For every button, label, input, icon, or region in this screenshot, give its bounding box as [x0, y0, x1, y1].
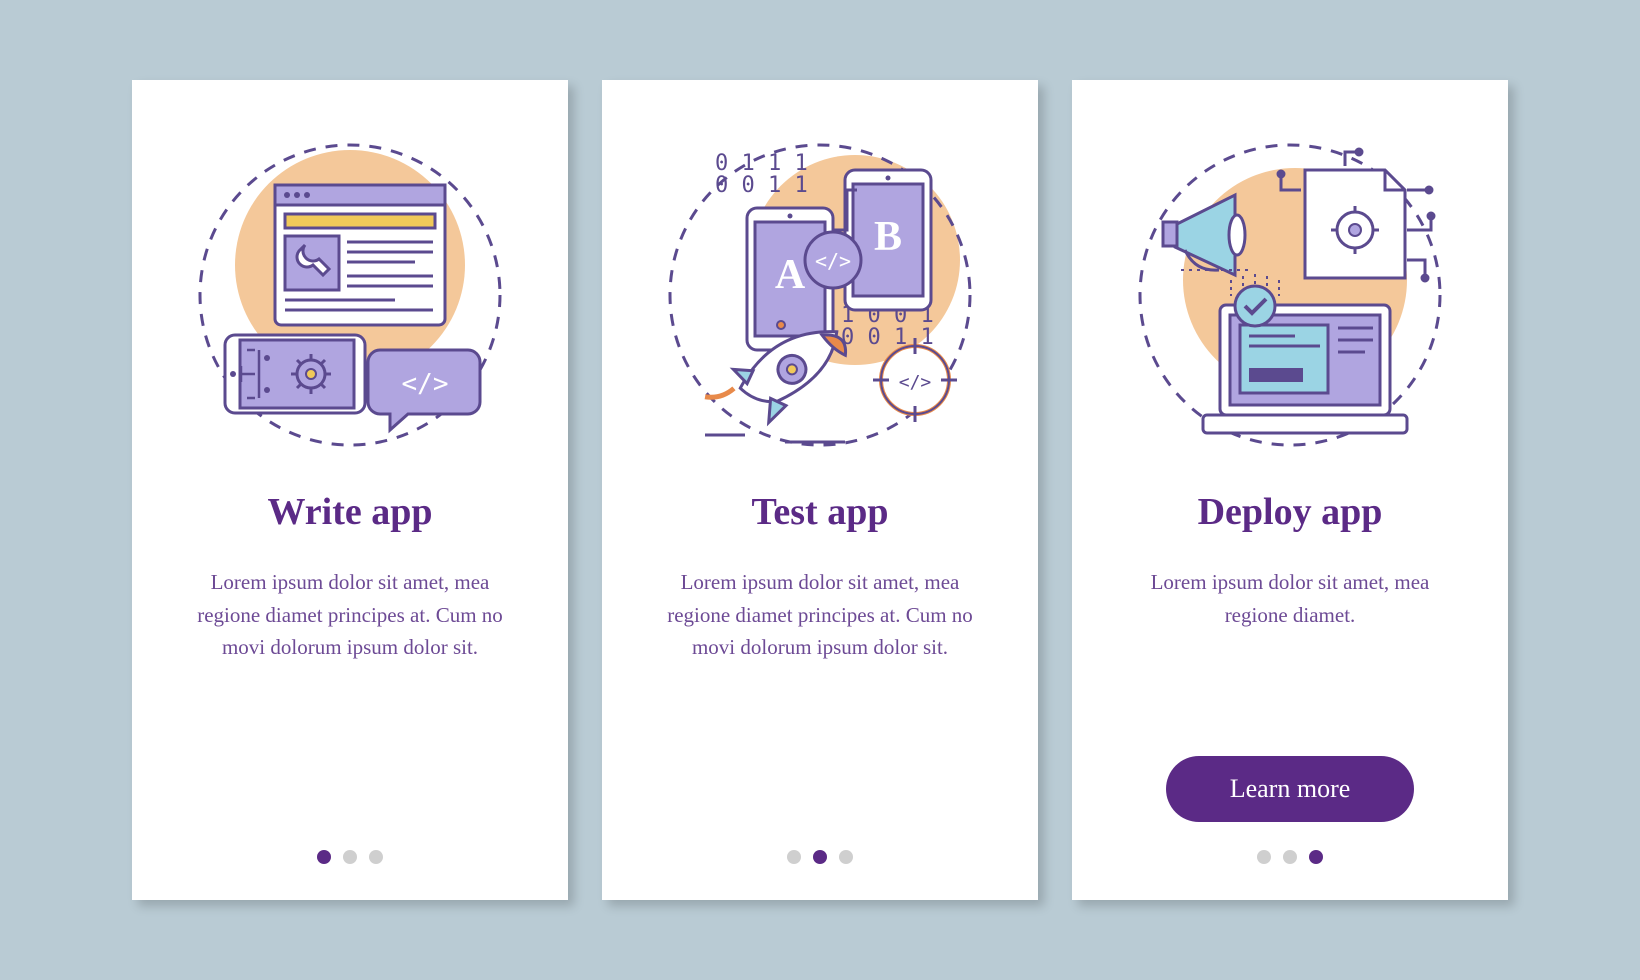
test-app-illustration: 0 1 1 1 0 0 1 1 1 0 0 1 0 0 1 1 B A </>: [655, 130, 985, 460]
dot-2[interactable]: [343, 850, 357, 864]
pagination-dots: [317, 850, 383, 870]
dot-3[interactable]: [1309, 850, 1323, 864]
svg-text:</>: </>: [815, 249, 851, 273]
dot-1[interactable]: [317, 850, 331, 864]
svg-text:</>: </>: [402, 369, 449, 399]
pagination-dots: [1257, 850, 1323, 870]
svg-text:A: A: [775, 252, 806, 298]
onboarding-card-test: 0 1 1 1 0 0 1 1 1 0 0 1 0 0 1 1 B A </>: [602, 80, 1038, 900]
dot-1[interactable]: [787, 850, 801, 864]
learn-more-button[interactable]: Learn more: [1166, 756, 1415, 822]
dot-1[interactable]: [1257, 850, 1271, 864]
pagination-dots: [787, 850, 853, 870]
svg-text:</>: </>: [899, 372, 932, 393]
svg-text:B: B: [874, 214, 902, 260]
dot-2[interactable]: [1283, 850, 1297, 864]
dot-3[interactable]: [839, 850, 853, 864]
card-description: Lorem ipsum dolor sit amet, mea regione …: [642, 566, 998, 850]
dot-3[interactable]: [369, 850, 383, 864]
card-title: Write app: [267, 490, 432, 534]
card-title: Test app: [752, 490, 889, 534]
onboarding-card-deploy: Deploy app Lorem ipsum dolor sit amet, m…: [1072, 80, 1508, 900]
dot-2[interactable]: [813, 850, 827, 864]
card-description: Lorem ipsum dolor sit amet, mea regione …: [172, 566, 528, 850]
card-title: Deploy app: [1198, 490, 1383, 534]
svg-text:0 0 1 1: 0 0 1 1: [715, 173, 808, 198]
deploy-app-illustration: [1125, 130, 1455, 460]
onboarding-card-write: </> Write app Lorem ipsum dolor sit amet…: [132, 80, 568, 900]
card-description: Lorem ipsum dolor sit amet, mea regione …: [1112, 566, 1468, 756]
write-app-illustration: </>: [185, 130, 515, 460]
